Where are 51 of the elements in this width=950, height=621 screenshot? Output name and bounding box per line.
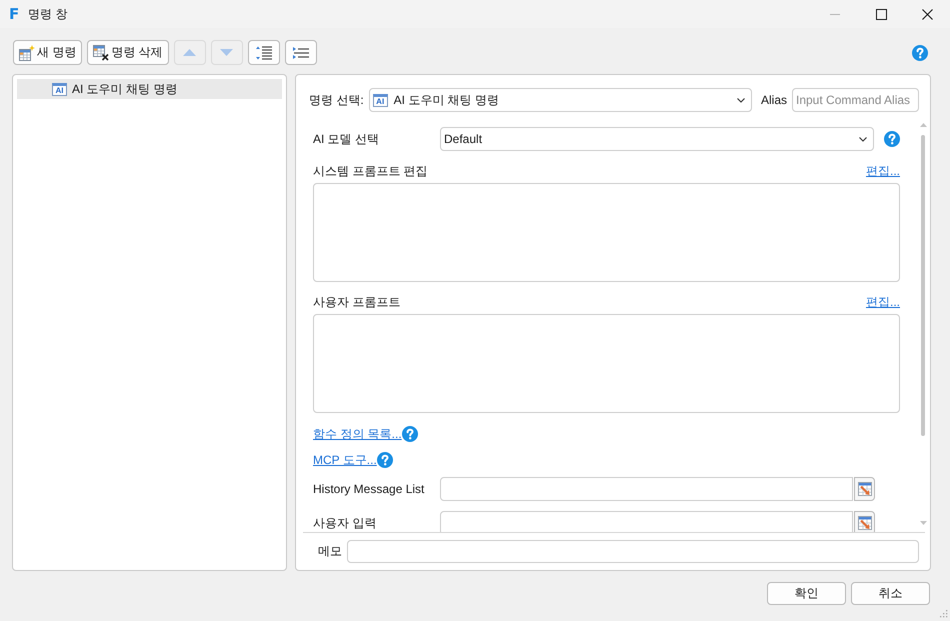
delete-command-button[interactable]: 명령 삭제 — [87, 40, 169, 65]
chevron-down-icon — [859, 136, 867, 142]
memo-field[interactable] — [347, 540, 919, 563]
edit-link[interactable]: 편집... — [866, 162, 900, 180]
alias-field[interactable]: Input Command Alias — [792, 88, 919, 112]
grid-sparkle-icon — [19, 44, 35, 60]
indent-button[interactable] — [248, 40, 280, 65]
ai-icon: AI — [52, 82, 67, 96]
chevron-down-icon — [736, 98, 745, 102]
table-arrow-icon — [858, 482, 872, 496]
line-spacing-icon — [256, 46, 272, 60]
list-button[interactable] — [284, 40, 317, 65]
triangle-up-icon — [183, 49, 196, 56]
scroll-up-icon[interactable] — [920, 123, 926, 127]
model-dropdown[interactable]: Default — [440, 127, 874, 151]
tree-item[interactable]: AI AI 도우미 채팅 명령 — [17, 79, 282, 99]
field-label: 시스템 프롬프트 편집 — [313, 162, 428, 180]
text-area[interactable] — [313, 183, 900, 282]
field-label: AI 모델 선택 — [313, 130, 380, 148]
command-dropdown[interactable]: AI AI 도우미 채팅 명령 — [368, 88, 752, 112]
new-command-button[interactable]: 새 명령 — [13, 40, 82, 65]
triangle-down-icon — [220, 49, 234, 56]
edit-link[interactable]: 편집... — [866, 294, 900, 310]
grid-x-icon — [93, 44, 110, 60]
scrollbar-thumb[interactable] — [921, 135, 925, 436]
help-icon[interactable] — [884, 131, 900, 147]
field-label: 명령 선택: — [309, 92, 364, 108]
field-label: Alias — [760, 93, 787, 107]
window-title: 명령 창 — [28, 6, 68, 22]
app-logo: F — [9, 6, 19, 22]
text-field[interactable] — [440, 511, 853, 532]
help-icon[interactable] — [402, 426, 418, 442]
text-area[interactable] — [313, 314, 900, 413]
text-link[interactable]: 함수 정의 목록... — [313, 426, 402, 442]
cancel-button[interactable]: 취소 — [851, 582, 930, 605]
ok-button[interactable]: 확인 — [767, 582, 846, 605]
help-icon[interactable] — [912, 44, 928, 60]
text-link[interactable]: MCP 도구... — [313, 452, 377, 468]
field-label: 메모 — [318, 543, 342, 560]
bullet-list-icon — [292, 46, 309, 58]
table-picker-button[interactable] — [854, 511, 875, 532]
table-picker-button[interactable] — [854, 477, 875, 501]
field-label: 사용자 프롬프트 — [313, 294, 400, 310]
table-arrow-icon — [858, 516, 872, 530]
field-label: 사용자 입력 — [313, 514, 378, 532]
ai-icon: AI — [372, 94, 388, 106]
scroll-down-icon[interactable] — [920, 521, 926, 525]
resize-grip-icon[interactable] — [939, 609, 948, 618]
text-field[interactable] — [440, 477, 853, 501]
help-icon[interactable] — [376, 452, 393, 468]
field-label: History Message List — [313, 482, 426, 496]
